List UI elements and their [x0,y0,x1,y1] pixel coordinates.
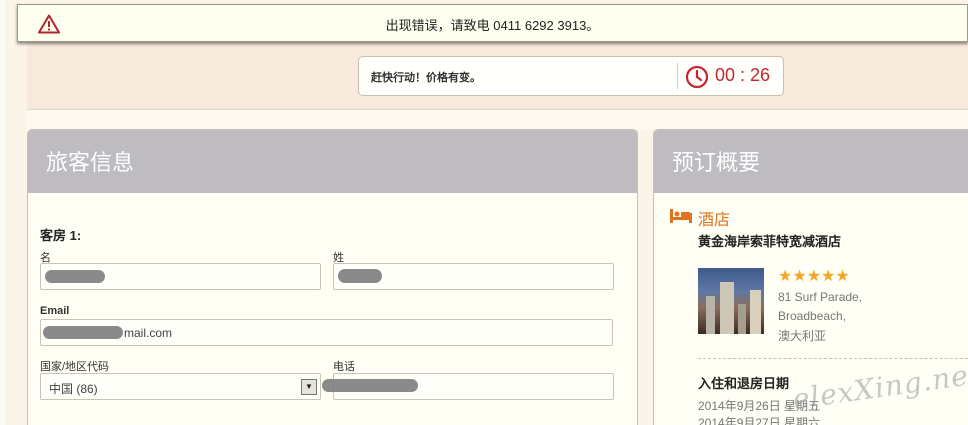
error-message: 出现错误，请致电 0411 6292 3913。 [385,18,600,33]
hotel-name[interactable]: 黄金海岸索菲特宽减酒店 [698,231,841,250]
booking-summary-title: 预订概要 [672,151,761,176]
email-value: mail.com [124,326,173,340]
page-left-edge [0,0,5,425]
content-band [27,110,968,130]
chevron-down-icon[interactable]: ▼ [301,379,317,395]
email-label: Email [40,305,70,317]
country-code-label: 国家/地区代码 [40,361,110,373]
phone-input[interactable] [322,373,614,400]
address-line: Broadbeach, [778,309,847,323]
first-name-input[interactable] [40,263,321,290]
timer-divider [677,63,678,89]
timer-countdown: 00 : 26 [715,65,771,85]
price-timer: 赶快行动！价格有变。 00 : 26 [358,56,784,96]
clock-icon [685,65,709,89]
dates-title: 入住和退房日期 [698,376,790,391]
hotel-photo[interactable] [698,268,764,334]
address-line: 澳大利亚 [778,329,827,343]
last-name-input[interactable] [333,263,614,290]
booking-summary-header: 预订概要 [654,130,968,193]
traveler-info-title: 旅客信息 [46,151,135,176]
redacted-mark [338,269,382,283]
hotel-category: 酒店 [698,212,731,229]
country-code-select[interactable]: 中国 (86) ▼ [40,373,321,400]
phone-label: 电话 [333,361,355,373]
redacted-mark [43,326,123,339]
redacted-mark [45,270,105,283]
error-notification: 出现错误，请致电 0411 6292 3913。 [17,4,968,42]
star-rating: ★★★★★ [778,268,850,285]
traveler-info-header: 旅客信息 [28,130,637,193]
country-code-value: 中国 (86) [49,382,98,396]
room-label: 客房 1: [40,228,82,243]
address-line: 81 Surf Parade, [778,290,863,304]
traveler-info-panel: 旅客信息 客房 1: 名 姓 Email mail.com 国家/地区代码 中国… [27,129,638,425]
timer-message: 赶快行动！价格有变。 [371,72,481,84]
email-input[interactable]: mail.com [40,319,613,346]
divider [698,358,968,359]
checkout-date: 2014年9月27日 星期六 [698,416,821,425]
redacted-mark [322,379,418,392]
bed-icon [670,209,692,223]
